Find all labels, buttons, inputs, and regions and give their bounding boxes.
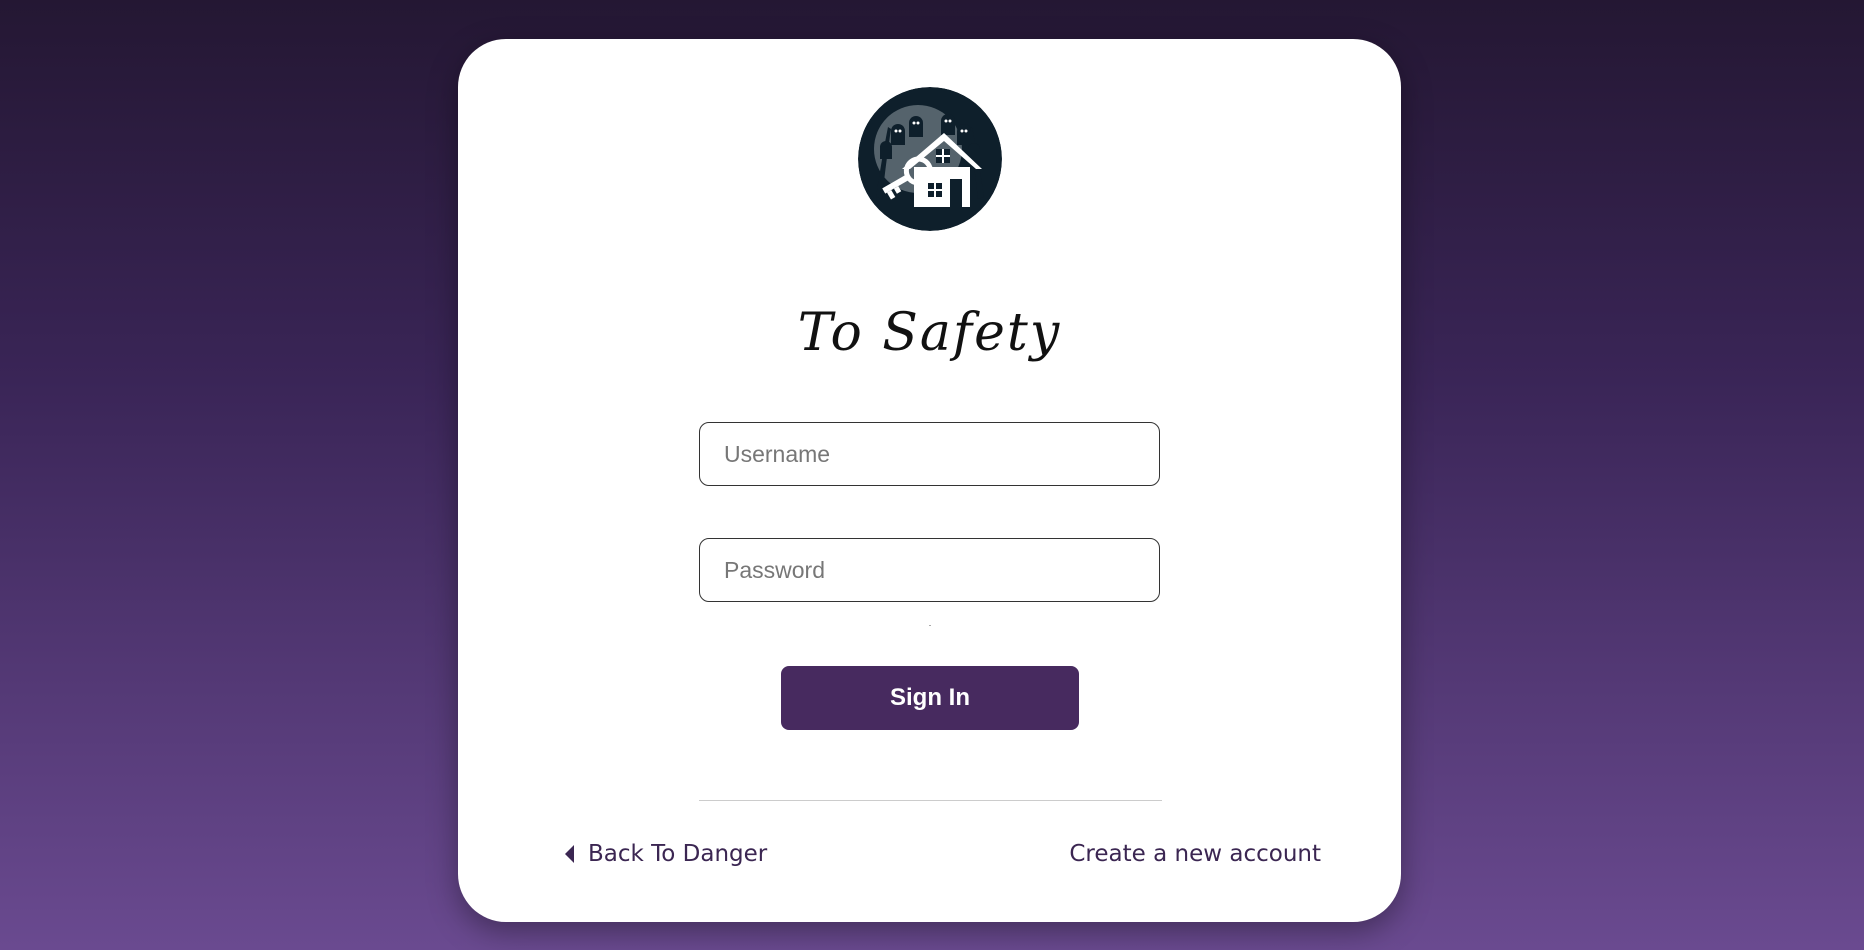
password-input[interactable] — [699, 538, 1160, 602]
create-account-link[interactable]: Create a new account — [1069, 841, 1321, 867]
divider — [699, 800, 1162, 801]
error-message-placeholder — [929, 625, 931, 626]
back-link-label: Back To Danger — [588, 841, 768, 867]
username-input[interactable] — [699, 422, 1160, 486]
page-title: To Safety — [797, 303, 1062, 363]
sign-in-button[interactable]: Sign In — [781, 666, 1079, 730]
back-to-danger-link[interactable]: Back To Danger — [565, 841, 767, 867]
haunted-house-key-icon — [858, 87, 1002, 231]
caret-left-icon — [565, 845, 574, 863]
login-card: To Safety Sign In Back To Danger Create … — [458, 39, 1401, 922]
